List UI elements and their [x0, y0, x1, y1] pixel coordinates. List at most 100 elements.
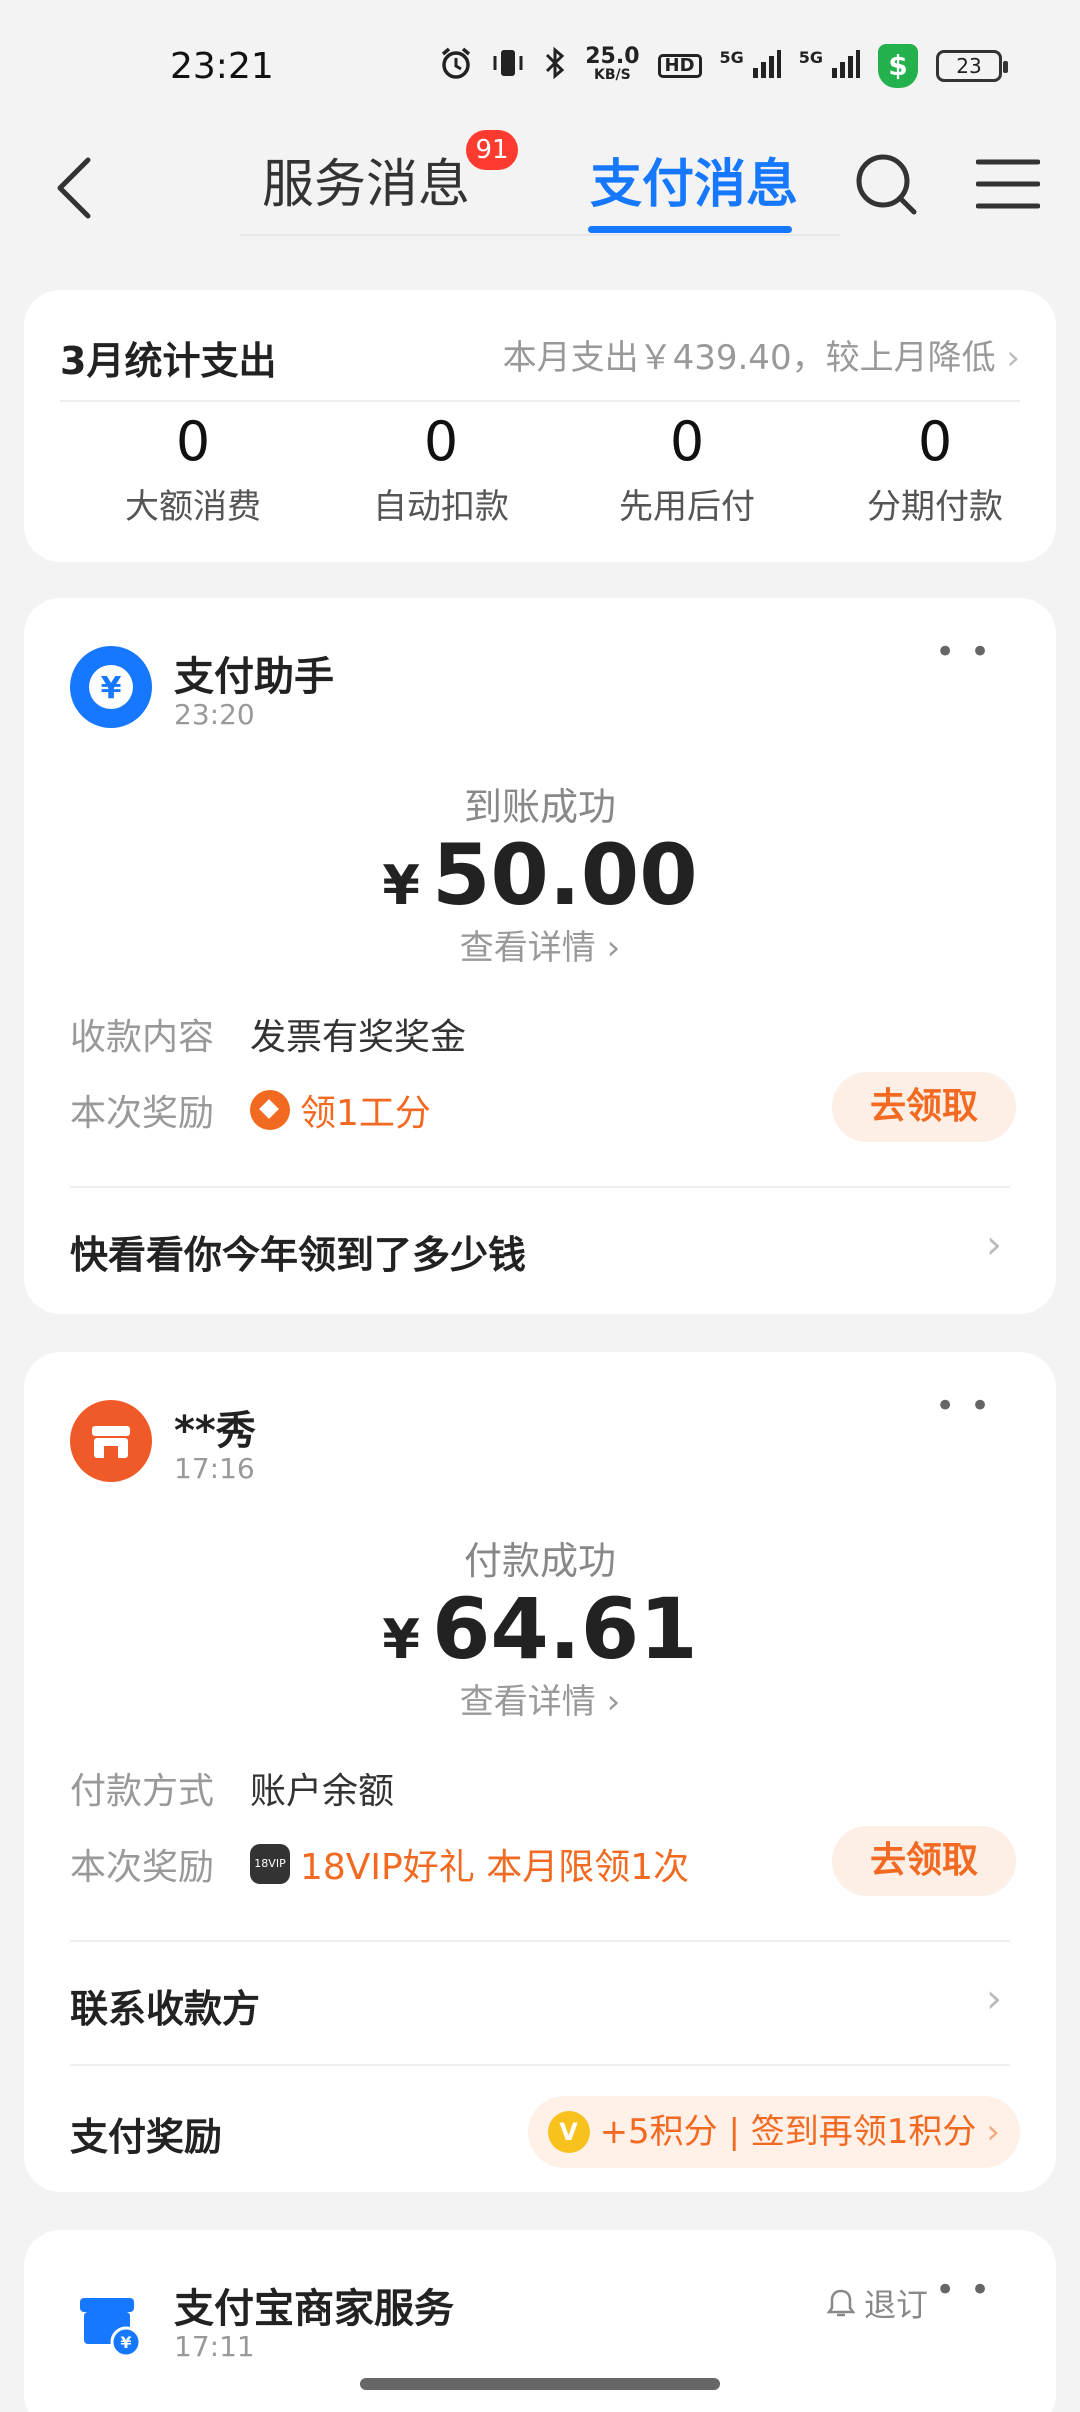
- vibrate-icon: [491, 46, 525, 86]
- unsubscribe-button[interactable]: 退订: [826, 2280, 928, 2326]
- chevron-right-icon: ›: [986, 1976, 1002, 2022]
- stat-label: 大额消费: [125, 487, 261, 527]
- bluetooth-icon: [543, 46, 567, 86]
- tab-payment-messages[interactable]: 支付消息: [590, 142, 798, 217]
- sender-name: **秀: [174, 1408, 256, 1454]
- transaction-status: 到账成功: [463, 785, 616, 829]
- network-speed-value: 25.0: [585, 44, 640, 69]
- stat-value: 0: [423, 410, 459, 473]
- more-icon[interactable]: • •: [935, 2270, 992, 2310]
- stat-label: 分期付款: [867, 487, 1003, 527]
- status-bar: 23:21 25.0 KB/S HD 5G 5G $ 23: [0, 0, 1080, 130]
- reward-text: 18VIP好礼 本月限领1次: [300, 1847, 690, 1888]
- chevron-right-icon: ›: [595, 1682, 621, 1722]
- stat-value: 0: [175, 410, 211, 473]
- tab-service-messages[interactable]: 服务消息: [262, 142, 470, 217]
- alarm-icon: [439, 46, 473, 86]
- row-label: 付款方式: [70, 1771, 215, 1812]
- yuan-icon: ¥: [70, 646, 152, 728]
- transaction-amount: ¥64.61: [24, 1580, 1056, 1678]
- active-tab-indicator: [588, 226, 792, 233]
- more-icon[interactable]: • •: [935, 632, 992, 672]
- stat-installments[interactable]: 0 分期付款: [806, 410, 1064, 528]
- top-nav: 服务消息 91 支付消息: [0, 130, 1080, 240]
- vip-icon: 18VIP: [250, 1844, 290, 1884]
- tab-divider: [240, 234, 840, 236]
- merchant-service-icon: ¥: [70, 2282, 152, 2364]
- divider: [60, 400, 1020, 402]
- contact-payee-link[interactable]: 联系收款方: [70, 1978, 260, 2033]
- menu-icon[interactable]: [975, 156, 1041, 212]
- svg-text:¥: ¥: [120, 2333, 131, 2352]
- currency-symbol: ¥: [382, 854, 420, 917]
- divider: [70, 1940, 1010, 1942]
- message-time: 23:20: [174, 698, 255, 731]
- stat-large-spending[interactable]: 0 大额消费: [64, 410, 322, 528]
- shield-icon: $: [878, 44, 918, 88]
- payment-reward-button[interactable]: V +5积分 | 签到再领1积分 ›: [527, 2096, 1020, 2168]
- message-card-payment-assistant[interactable]: ¥ 支付助手 23:20 • • 到账成功 ¥50.00 查看详情 › 收款内容…: [24, 598, 1056, 1314]
- claim-button[interactable]: 去领取: [832, 1072, 1016, 1142]
- unsubscribe-label: 退订: [863, 2286, 928, 2324]
- more-icon[interactable]: • •: [935, 1386, 992, 1426]
- chevron-right-icon: ›: [986, 2112, 1000, 2152]
- home-indicator[interactable]: [360, 2378, 720, 2390]
- stat-value: 0: [917, 410, 953, 473]
- back-icon[interactable]: [48, 152, 108, 222]
- sim2-label: 5G: [798, 47, 824, 67]
- amount-value: 64.61: [431, 1580, 698, 1678]
- stat-auto-deduct[interactable]: 0 自动扣款: [312, 410, 570, 528]
- stats-summary-link[interactable]: 本月支出￥439.40，较上月降低 ›: [503, 330, 1020, 379]
- sender-name: 支付助手: [174, 654, 334, 700]
- status-icons: 25.0 KB/S HD 5G 5G $ 23: [439, 44, 1008, 88]
- stat-value: 0: [669, 410, 705, 473]
- hd-icon: HD: [657, 54, 702, 78]
- store-icon: [70, 1400, 152, 1482]
- row-label: 本次奖励: [70, 1093, 215, 1134]
- stats-title: 3月统计支出: [60, 339, 277, 383]
- signal-sim2-icon: 5G: [798, 47, 860, 83]
- stat-label: 先用后付: [619, 487, 755, 527]
- reward-points-icon: [250, 1090, 290, 1130]
- coin-icon: V: [547, 2111, 590, 2153]
- stat-buy-now-pay-later[interactable]: 0 先用后付: [558, 410, 816, 528]
- stat-label: 自动扣款: [373, 487, 509, 527]
- row-value: 账户余额: [250, 1771, 395, 1812]
- stats-summary-text: 本月支出￥439.40，较上月降低: [502, 338, 996, 378]
- divider: [70, 1186, 1010, 1188]
- sim1-label: 5G: [719, 47, 744, 67]
- view-details-link[interactable]: 查看详情 ›: [24, 920, 1056, 969]
- message-time: 17:11: [174, 2330, 255, 2363]
- row-value: 发票有奖奖金: [250, 1017, 467, 1058]
- search-icon[interactable]: [852, 150, 922, 220]
- transaction-status: 付款成功: [463, 1539, 616, 1583]
- status-time: 23:21: [170, 46, 274, 87]
- reward-value: 18VIP 18VIP好礼 本月限领1次: [250, 1838, 689, 1890]
- payment-reward-text: +5积分 | 签到再领1积分: [599, 2112, 977, 2152]
- sender-name: 支付宝商家服务: [174, 2286, 454, 2332]
- unread-badge: 91: [466, 130, 518, 170]
- signal-sim1-icon: 5G: [719, 47, 781, 83]
- monthly-stats-card: 3月统计支出 本月支出￥439.40，较上月降低 › 0 大额消费 0 自动扣款…: [24, 290, 1056, 562]
- reward-value: 领1工分: [250, 1084, 431, 1136]
- chevron-right-icon: ›: [986, 1222, 1002, 1268]
- view-details-label: 查看详情: [459, 1682, 596, 1722]
- message-time: 17:16: [174, 1452, 255, 1485]
- divider: [70, 2064, 1010, 2066]
- battery-icon: 23: [936, 50, 1008, 82]
- claim-button[interactable]: 去领取: [832, 1826, 1016, 1896]
- reward-text: 领1工分: [300, 1093, 431, 1134]
- yearly-earnings-link[interactable]: 快看看你今年领到了多少钱: [70, 1224, 526, 1279]
- row-label: 收款内容: [70, 1017, 215, 1058]
- transaction-amount: ¥50.00: [24, 826, 1056, 924]
- chevron-right-icon: ›: [595, 928, 621, 968]
- row-label: 本次奖励: [70, 1847, 215, 1888]
- view-details-link[interactable]: 查看详情 ›: [24, 1674, 1056, 1723]
- network-speed: 25.0 KB/S: [585, 44, 640, 84]
- currency-symbol: ¥: [382, 1608, 420, 1671]
- amount-value: 50.00: [431, 826, 698, 924]
- chevron-right-icon: ›: [1006, 338, 1020, 378]
- svg-text:¥: ¥: [101, 671, 122, 706]
- message-card-merchant-payment[interactable]: **秀 17:16 • • 付款成功 ¥64.61 查看详情 › 付款方式 账户…: [24, 1352, 1056, 2192]
- bell-icon: [826, 2289, 856, 2317]
